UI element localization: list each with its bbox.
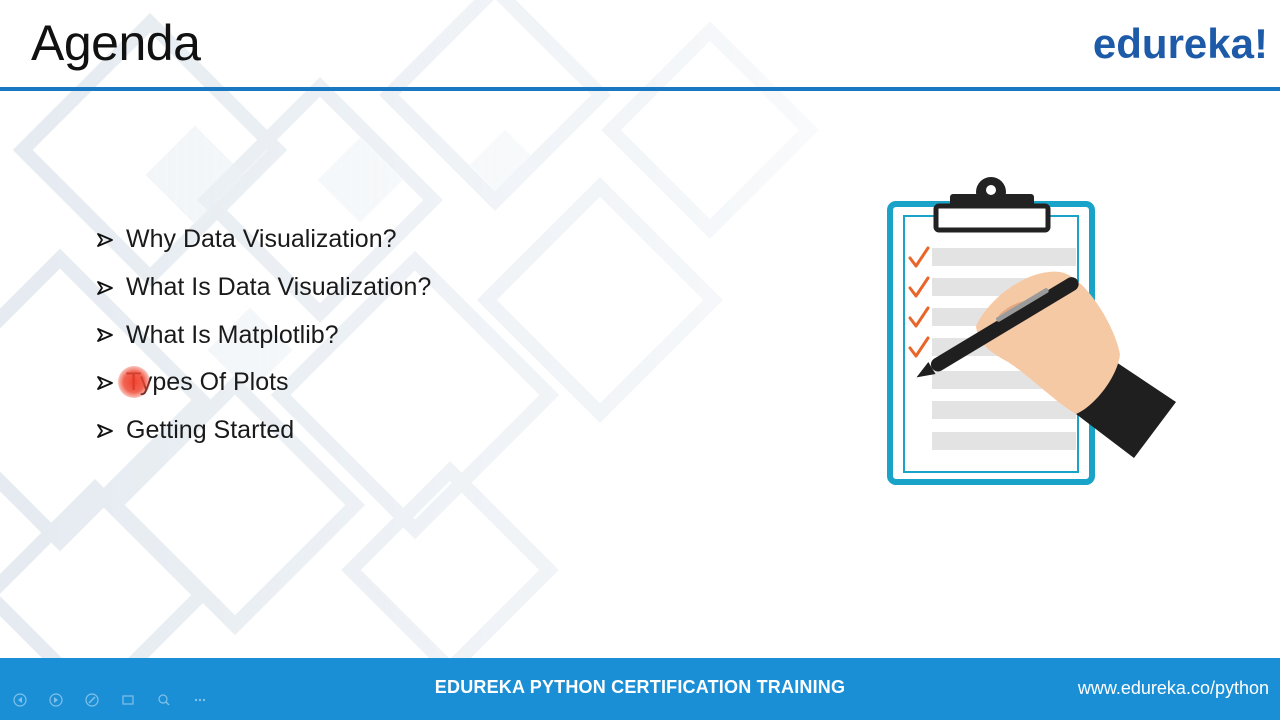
header-divider (0, 87, 1280, 91)
arrow-bullet-icon (96, 327, 126, 343)
agenda-item: Why Data Visualization? (96, 216, 431, 264)
agenda-item-label: What Is Data Visualization? (126, 273, 432, 302)
arrow-bullet-icon (96, 423, 126, 439)
presentation-slide: Agenda edureka! Why Data Visualization? … (0, 0, 1280, 720)
clipboard-checklist-icon (887, 177, 1176, 485)
arrow-bullet-icon (96, 232, 126, 248)
agenda-item-label: Getting Started (126, 416, 295, 445)
footer-url[interactable]: www.edureka.co/python (1078, 678, 1269, 699)
slide-title: Agenda (31, 15, 201, 71)
brand-logo: edureka! (1092, 20, 1268, 67)
arrow-bullet-icon (96, 280, 126, 296)
agenda-item-label: Types Of Plots (126, 368, 289, 397)
agenda-item: What Is Matplotlib? (96, 311, 431, 359)
agenda-list: Why Data Visualization? What Is Data Vis… (96, 216, 431, 454)
agenda-item-label: Why Data Visualization? (126, 225, 397, 254)
laser-pointer-icon (118, 366, 150, 398)
agenda-item: Getting Started (96, 407, 431, 455)
agenda-item: What Is Data Visualization? (96, 264, 431, 312)
agenda-item-label: What Is Matplotlib? (126, 320, 339, 349)
footer-bar: EDUREKA PYTHON CERTIFICATION TRAINING ww… (0, 658, 1280, 720)
